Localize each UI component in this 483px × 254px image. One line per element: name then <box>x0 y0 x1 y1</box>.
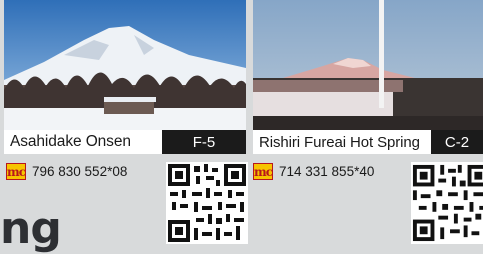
mapcode-logo-icon: mc <box>253 163 273 180</box>
spot-card-rishiri: Rishiri Fureai Hot Spring C-2 mc 714 331… <box>253 0 483 244</box>
spot-name: Asahidake Onsen <box>10 133 131 150</box>
grid-reference-badge: C-2 <box>431 130 483 154</box>
spot-card-asahidake: Asahidake Onsen F-5 mc 796 830 552*08 <box>4 0 248 244</box>
mapcode-row: mc 714 331 855*40 <box>253 163 374 180</box>
qr-code-icon[interactable] <box>411 162 483 244</box>
mapcode-logo-icon: mc <box>6 163 26 180</box>
spot-name: Rishiri Fureai Hot Spring <box>259 133 420 151</box>
qr-code-icon[interactable] <box>166 162 248 244</box>
photo-rishiri-fureai-hot-spring <box>253 0 483 130</box>
spot-caption: Asahidake Onsen F-5 <box>4 130 246 154</box>
mapcode-row: mc 796 830 552*08 <box>6 163 127 180</box>
photo-asahidake-onsen <box>4 0 246 130</box>
spot-caption: Rishiri Fureai Hot Spring C-2 <box>253 130 483 154</box>
mapcode-value: 714 331 855*40 <box>279 164 375 179</box>
section-heading: ng <box>0 203 62 254</box>
mapcode-value: 796 830 552*08 <box>32 164 128 179</box>
grid-reference-badge: F-5 <box>162 130 246 154</box>
